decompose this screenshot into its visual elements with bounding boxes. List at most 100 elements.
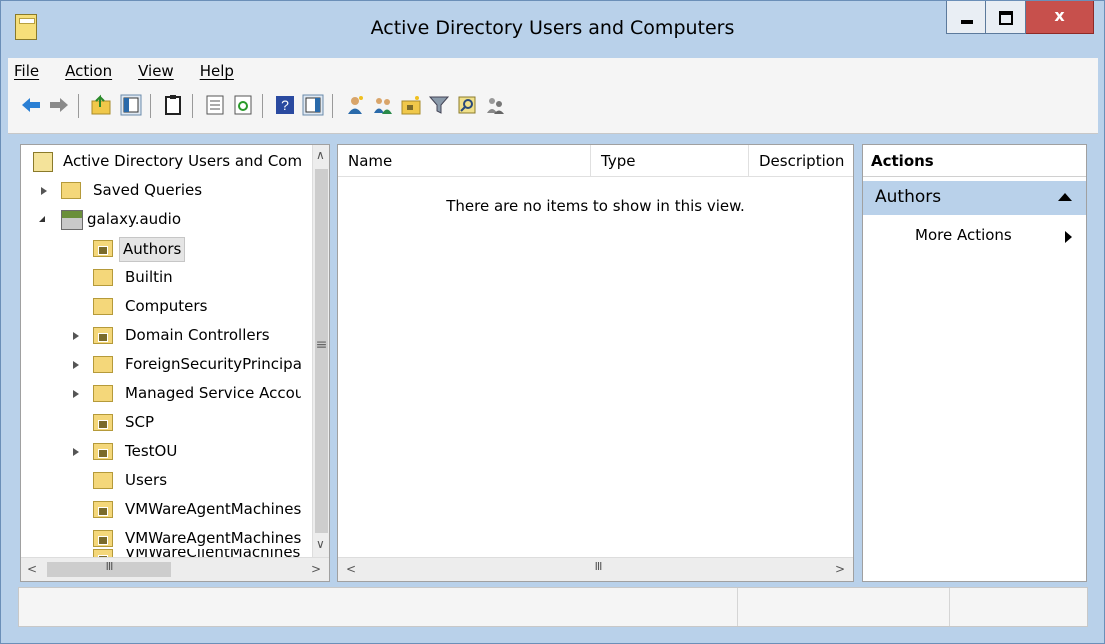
more-actions-label: More Actions bbox=[915, 226, 1012, 244]
title-bar[interactable]: Active Directory Users and Computers x bbox=[1, 1, 1104, 57]
list-header: Name Type Description bbox=[338, 145, 853, 177]
tree-root-label: Active Directory Users and Computers bbox=[63, 152, 301, 170]
tree-item-label: Builtin bbox=[125, 268, 173, 286]
create-user-icon[interactable] bbox=[344, 94, 366, 116]
tree-item-label: Computers bbox=[125, 297, 208, 315]
tree-item-saved-queries[interactable]: Saved Queries bbox=[21, 178, 301, 204]
maximize-button[interactable] bbox=[986, 1, 1026, 34]
expand-icon[interactable] bbox=[73, 390, 79, 398]
close-icon: x bbox=[1054, 6, 1065, 25]
more-actions-item[interactable]: More Actions bbox=[863, 221, 1086, 249]
folder-icon bbox=[93, 385, 113, 402]
menu-action[interactable]: Action bbox=[65, 62, 112, 80]
status-segment bbox=[737, 588, 949, 626]
minimize-button[interactable] bbox=[946, 1, 986, 34]
tree-item-users[interactable]: Users bbox=[21, 468, 301, 494]
folder-icon bbox=[93, 472, 113, 489]
tree-item-label: Users bbox=[125, 471, 168, 489]
tree-item-label: Saved Queries bbox=[93, 181, 203, 199]
menu-bar: File Action View Help bbox=[8, 58, 1098, 84]
tree-item-label: VMWareClientMachines bbox=[125, 549, 300, 557]
tree-item-label: VMWareAgentMachines bbox=[125, 500, 301, 518]
ou-folder-icon bbox=[93, 501, 113, 518]
status-bar bbox=[18, 587, 1088, 627]
tree-item-computers[interactable]: Computers bbox=[21, 294, 301, 320]
delegate-icon[interactable] bbox=[484, 94, 506, 116]
tree-item-authors[interactable]: Authors bbox=[21, 236, 301, 262]
window-title: Active Directory Users and Computers bbox=[370, 17, 735, 39]
ou-folder-icon bbox=[93, 327, 113, 344]
clipboard-icon[interactable] bbox=[162, 94, 184, 116]
scroll-up-icon[interactable]: ∧ bbox=[316, 148, 325, 162]
scroll-down-icon[interactable]: ∨ bbox=[316, 537, 325, 551]
tree-horizontal-scrollbar[interactable]: < > bbox=[21, 557, 329, 581]
toolbar-separator bbox=[332, 94, 333, 118]
submenu-arrow-icon bbox=[1065, 231, 1072, 243]
show-hide-console-tree-icon[interactable] bbox=[120, 94, 142, 116]
menu-help[interactable]: Help bbox=[200, 62, 234, 80]
console-tree[interactable]: Active Directory Users and Computers Sav… bbox=[20, 144, 330, 582]
column-name[interactable]: Name bbox=[338, 145, 591, 177]
up-folder-icon[interactable] bbox=[90, 94, 112, 116]
scroll-right-icon[interactable]: > bbox=[835, 562, 845, 576]
list-horizontal-scrollbar[interactable]: < > bbox=[338, 557, 853, 581]
tree-item-scp[interactable]: SCP bbox=[21, 410, 301, 436]
tree-item-label: SCP bbox=[125, 413, 155, 431]
tree-item-domain[interactable]: galaxy.audio bbox=[21, 207, 301, 233]
tree-vertical-scrollbar[interactable]: ∧ ∨ bbox=[312, 145, 329, 557]
tree-item-managed-service-accounts[interactable]: Managed Service Accounts bbox=[21, 381, 301, 407]
tree-item-testou[interactable]: TestOU bbox=[21, 439, 301, 465]
help-icon[interactable]: ? bbox=[274, 94, 296, 116]
filter-icon[interactable] bbox=[428, 94, 450, 116]
tree-item-vmware-agent-machines[interactable]: VMWareAgentMachines bbox=[21, 497, 301, 523]
scroll-thumb[interactable] bbox=[315, 169, 328, 533]
window: Active Directory Users and Computers x F… bbox=[0, 0, 1105, 644]
expand-icon[interactable] bbox=[73, 332, 79, 340]
tree-item-builtin[interactable]: Builtin bbox=[21, 265, 301, 291]
tree-item-foreign-security-principals[interactable]: ForeignSecurityPrincipals bbox=[21, 352, 301, 378]
main-area: Active Directory Users and Computers Sav… bbox=[18, 142, 1088, 584]
scroll-right-icon[interactable]: > bbox=[311, 562, 321, 576]
tree-root[interactable]: Active Directory Users and Computers bbox=[21, 149, 301, 175]
ou-folder-icon bbox=[93, 443, 113, 460]
tree-item-domain-controllers[interactable]: Domain Controllers bbox=[21, 323, 301, 349]
create-ou-icon[interactable] bbox=[400, 94, 422, 116]
tree-item-label: VMWareAgentMachines bbox=[125, 529, 301, 547]
scroll-left-icon[interactable]: < bbox=[346, 562, 356, 576]
toolbar-separator bbox=[262, 94, 263, 118]
folder-icon bbox=[93, 298, 113, 315]
toolbar: ? bbox=[8, 84, 1098, 134]
collapse-arrow-icon[interactable] bbox=[1058, 193, 1072, 201]
folder-icon bbox=[93, 269, 113, 286]
properties-icon[interactable] bbox=[204, 94, 226, 116]
show-hide-action-pane-icon[interactable] bbox=[302, 94, 324, 116]
folder-icon bbox=[61, 182, 81, 199]
tree-item-label: ForeignSecurityPrincipals bbox=[125, 355, 301, 373]
menu-file[interactable]: File bbox=[14, 62, 39, 80]
column-type[interactable]: Type bbox=[591, 145, 749, 177]
close-button[interactable]: x bbox=[1026, 1, 1094, 34]
tree-item-label: Authors bbox=[119, 237, 186, 262]
column-description[interactable]: Description bbox=[749, 145, 853, 177]
back-arrow-icon[interactable] bbox=[20, 94, 42, 116]
result-list[interactable]: Name Type Description There are no items… bbox=[337, 144, 854, 582]
console-root-icon bbox=[33, 152, 53, 172]
scroll-thumb[interactable] bbox=[47, 560, 171, 577]
actions-section-authors[interactable]: Authors bbox=[863, 181, 1086, 215]
menu-view[interactable]: View bbox=[138, 62, 174, 80]
find-icon[interactable] bbox=[456, 94, 478, 116]
actions-pane: Actions Authors More Actions bbox=[862, 144, 1087, 582]
toolbar-separator bbox=[192, 94, 193, 118]
tree-item-label: galaxy.audio bbox=[87, 210, 182, 228]
forward-arrow-icon[interactable] bbox=[48, 94, 70, 116]
refresh-icon[interactable] bbox=[232, 94, 254, 116]
expand-icon[interactable] bbox=[73, 448, 79, 456]
tree-item-vmware-client-machines[interactable]: VMWareClientMachines bbox=[21, 549, 301, 557]
scroll-thumb[interactable] bbox=[366, 560, 830, 577]
expand-icon[interactable] bbox=[73, 361, 79, 369]
create-group-icon[interactable] bbox=[372, 94, 394, 116]
scroll-left-icon[interactable]: < bbox=[27, 562, 37, 576]
ou-folder-icon bbox=[93, 530, 113, 547]
collapse-icon[interactable] bbox=[39, 216, 45, 222]
expand-icon[interactable] bbox=[41, 187, 47, 195]
